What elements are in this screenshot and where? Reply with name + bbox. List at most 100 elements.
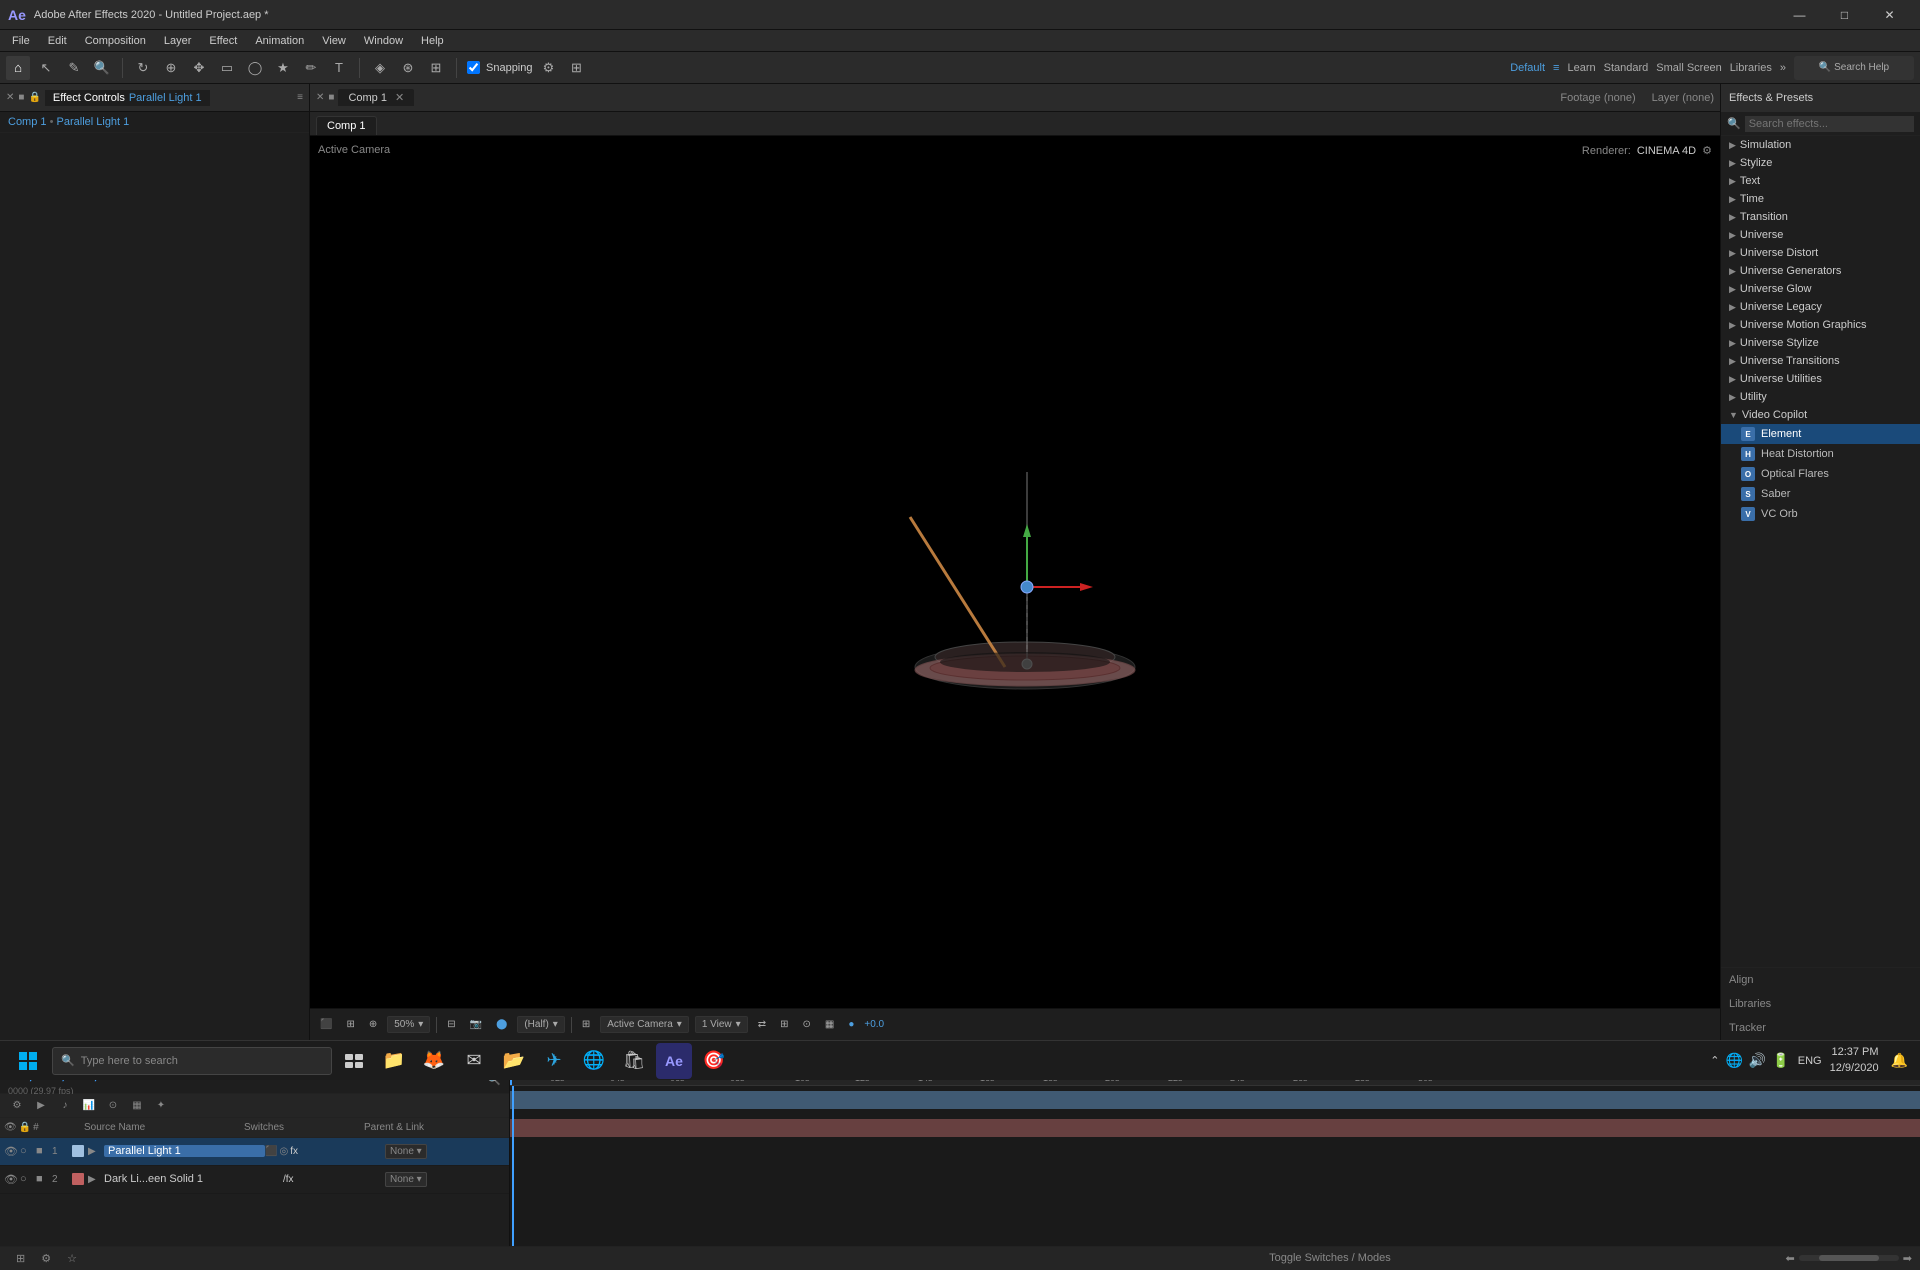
grid-toggle[interactable]: ⊞ <box>342 1017 358 1032</box>
table-row[interactable]: 👁 ○ ■ 2 ▶ Dark Li...een Solid 1 /fx None… <box>0 1166 509 1194</box>
transparency[interactable]: ▦ <box>821 1017 838 1032</box>
selection-tool[interactable]: ↖ <box>34 56 58 80</box>
effects-search-input[interactable] <box>1745 116 1914 132</box>
layer2-name[interactable]: Dark Li...een Solid 1 <box>104 1173 265 1185</box>
move-tool[interactable]: ✥ <box>187 56 211 80</box>
motion-blur-btn[interactable]: ⊙ <box>104 1096 122 1114</box>
timeline-right[interactable]: 02s 04s 06s 08s 10s 12s 14s 16s 18s 20s … <box>510 1066 1920 1246</box>
comp-settings-btn[interactable]: ⚙ <box>8 1096 26 1114</box>
pen-tool[interactable]: ✎ <box>62 56 86 80</box>
workspace-small-screen[interactable]: Small Screen <box>1656 62 1721 74</box>
layer1-track-bar[interactable] <box>510 1091 1920 1109</box>
menu-composition[interactable]: Composition <box>77 33 154 49</box>
zoom-dropdown[interactable]: 50% ▾ <box>387 1016 430 1033</box>
audio-btn[interactable]: ♪ <box>56 1096 74 1114</box>
nav-right[interactable]: ➡ <box>1903 1252 1912 1265</box>
layer2-eye[interactable]: 👁 <box>4 1173 20 1186</box>
edge-btn[interactable]: 🌐 <box>576 1043 612 1079</box>
effect-optical-flares[interactable]: O Optical Flares <box>1721 464 1920 484</box>
star-tool[interactable]: ★ <box>271 56 295 80</box>
layer1-fx[interactable]: fx <box>290 1146 298 1157</box>
rect-tool[interactable]: ▭ <box>215 56 239 80</box>
timeline-zoom-bar[interactable] <box>1799 1255 1899 1261</box>
ae-btn[interactable]: Ae <box>656 1043 692 1079</box>
category-stylize[interactable]: ▶ Stylize <box>1721 154 1920 172</box>
menu-effect[interactable]: Effect <box>201 33 245 49</box>
minimize-button[interactable]: — <box>1777 0 1822 30</box>
zoom-handle[interactable] <box>1819 1255 1879 1261</box>
frame-blend-btn[interactable]: ▦ <box>128 1096 146 1114</box>
render-preview[interactable]: ⊙ <box>798 1017 814 1032</box>
comp-close[interactable]: ✕ <box>316 92 324 103</box>
anchor-tool[interactable]: ⊕ <box>159 56 183 80</box>
effect-saber[interactable]: S Saber <box>1721 484 1920 504</box>
category-simulation[interactable]: ▶ Simulation <box>1721 136 1920 154</box>
libraries-section[interactable]: Libraries <box>1721 992 1920 1016</box>
color-btn[interactable]: ⬤ <box>492 1017 511 1032</box>
file-explorer-btn[interactable]: 📁 <box>376 1043 412 1079</box>
mask-tool[interactable]: ◈ <box>368 56 392 80</box>
menu-layer[interactable]: Layer <box>156 33 200 49</box>
grid-snap[interactable]: ⊞ <box>565 56 589 80</box>
comp1-tab[interactable]: Comp 1 <box>316 116 377 135</box>
layer2-fx[interactable]: /fx <box>283 1174 294 1185</box>
parent2-dropdown[interactable]: None ▾ <box>385 1172 427 1187</box>
effect-vc-orb[interactable]: V VC Orb <box>1721 504 1920 524</box>
category-universe-legacy[interactable]: ▶ Universe Legacy <box>1721 298 1920 316</box>
panel-close[interactable]: ✕ <box>6 92 14 103</box>
category-video-copilot[interactable]: ▼ Video Copilot <box>1721 406 1920 424</box>
menu-animation[interactable]: Animation <box>247 33 312 49</box>
layer1-name[interactable]: Parallel Light 1 <box>104 1145 265 1157</box>
search-help-btn[interactable]: 🔍 Search Help <box>1794 56 1914 80</box>
menu-view[interactable]: View <box>314 33 354 49</box>
tbl-bone-btn[interactable]: ☆ <box>59 1252 85 1265</box>
snapping-checkbox[interactable] <box>467 61 480 74</box>
firefox-btn[interactable]: 🦊 <box>416 1043 452 1079</box>
chart-btn[interactable]: 📊 <box>80 1096 98 1114</box>
telegram-btn[interactable]: ✈ <box>536 1043 572 1079</box>
effect-element[interactable]: E Element <box>1721 424 1920 444</box>
layer1-expand[interactable]: ▶ <box>88 1146 104 1157</box>
fit-btn[interactable]: ⊟ <box>443 1017 459 1032</box>
workspace-standard[interactable]: Standard <box>1604 62 1649 74</box>
workspace-default[interactable]: Default <box>1510 62 1545 74</box>
camera-dropdown[interactable]: Active Camera ▾ <box>600 1016 689 1033</box>
menu-edit[interactable]: Edit <box>40 33 75 49</box>
layer1-eye[interactable]: 👁 <box>4 1145 20 1158</box>
start-button[interactable] <box>8 1041 48 1081</box>
layer1-lock[interactable]: ■ <box>36 1145 52 1157</box>
exposure-icon[interactable]: ● <box>844 1017 858 1032</box>
tbl-comp-btn[interactable]: ⊞ <box>8 1252 33 1265</box>
layer1-3d-icon[interactable]: ⬛ <box>265 1146 277 1157</box>
workspace-more[interactable]: » <box>1780 62 1786 74</box>
category-text[interactable]: ▶ Text <box>1721 172 1920 190</box>
layer2-expand[interactable]: ▶ <box>88 1174 104 1185</box>
comp-tab[interactable]: Comp 1 ✕ <box>338 89 414 106</box>
store-btn[interactable]: 🛍 <box>616 1043 652 1079</box>
category-utility[interactable]: ▶ Utility <box>1721 388 1920 406</box>
tracker-section[interactable]: Tracker <box>1721 1016 1920 1040</box>
track-tool[interactable]: ⊞ <box>424 56 448 80</box>
search-tool[interactable]: 🔍 <box>90 56 114 80</box>
grid-btn[interactable]: ⊞ <box>578 1017 594 1032</box>
category-transition[interactable]: ▶ Transition <box>1721 208 1920 226</box>
menu-file[interactable]: File <box>4 33 38 49</box>
network-icon[interactable]: 🌐 <box>1725 1052 1742 1069</box>
layer2-solo[interactable]: ○ <box>20 1173 36 1185</box>
category-universe-distort[interactable]: ▶ Universe Distort <box>1721 244 1920 262</box>
nav-left[interactable]: ⬅ <box>1786 1252 1795 1265</box>
taskview-btn[interactable] <box>336 1043 372 1079</box>
menu-help[interactable]: Help <box>413 33 452 49</box>
preview-btn[interactable]: ▶ <box>32 1096 50 1114</box>
workspace-libraries[interactable]: Libraries <box>1730 62 1772 74</box>
snapping-label[interactable]: Snapping <box>486 62 533 74</box>
category-universe-utilities[interactable]: ▶ Universe Utilities <box>1721 370 1920 388</box>
comp-tab-close[interactable]: ✕ <box>395 91 404 104</box>
workspace-menu-icon[interactable]: ≡ <box>1553 62 1559 74</box>
home-tool[interactable]: ⌂ <box>6 56 30 80</box>
rotate-tool[interactable]: ↻ <box>131 56 155 80</box>
snapshot-btn[interactable]: 📷 <box>466 1017 486 1032</box>
view-toggle[interactable]: ⬛ <box>316 1017 336 1032</box>
effect-controls-tab[interactable]: Effect Controls Parallel Light 1 <box>45 90 210 106</box>
roto-tool[interactable]: ⊛ <box>396 56 420 80</box>
